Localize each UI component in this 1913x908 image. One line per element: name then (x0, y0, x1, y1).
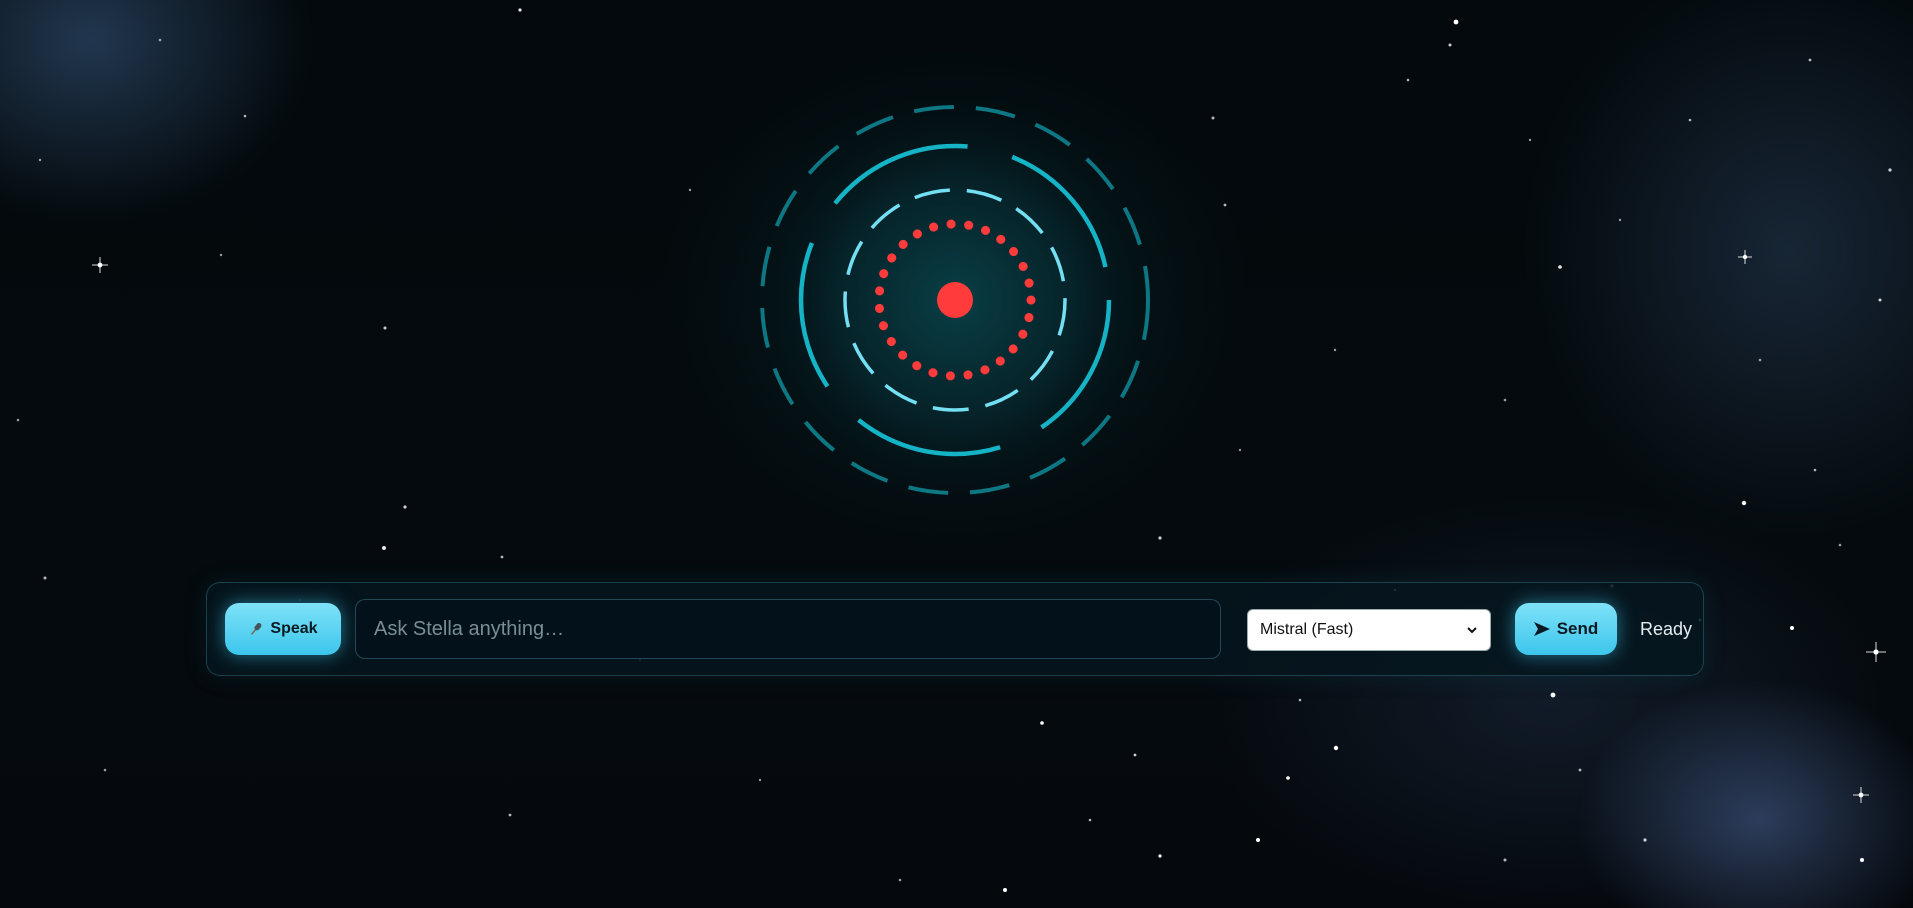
model-select-value: Mistral (Fast) (1260, 621, 1354, 638)
send-button[interactable]: Send (1515, 603, 1617, 655)
send-arrow-icon (1533, 622, 1550, 636)
send-label: Send (1556, 619, 1599, 638)
command-bar: Speak Mistral (Fast) Send Ready (206, 582, 1704, 676)
assistant-orb-icon (755, 100, 1155, 500)
core-dot (937, 282, 973, 318)
status-text: Ready (1640, 619, 1693, 639)
microphone-icon (251, 623, 262, 635)
app-background: Speak Mistral (Fast) Send Ready (0, 0, 1913, 908)
speak-button[interactable]: Speak (225, 603, 341, 655)
prompt-input[interactable] (355, 599, 1221, 659)
chevron-down-icon (1467, 627, 1477, 634)
model-select[interactable]: Mistral (Fast) (1247, 609, 1491, 651)
speak-label: Speak (270, 620, 318, 637)
